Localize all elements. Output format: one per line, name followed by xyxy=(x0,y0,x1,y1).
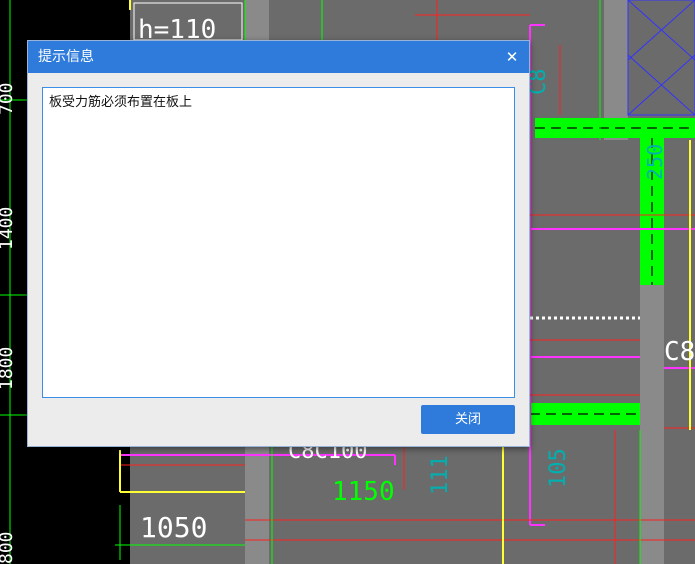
dialog-title: 提示信息 xyxy=(38,49,94,65)
message-text: 板受力筋必须布置在板上 xyxy=(49,95,193,110)
label-1150: 1150 xyxy=(332,477,395,507)
message-dialog: 提示信息 ✕ 板受力筋必须布置在板上 关闭 xyxy=(27,40,530,447)
wall-vertical-3 xyxy=(640,285,664,564)
label-c8-right: C8 xyxy=(664,337,695,367)
label-250: 250 xyxy=(643,144,667,180)
close-icon[interactable]: ✕ xyxy=(501,45,523,69)
left-dim-700: 700 xyxy=(0,82,17,115)
hatched-column xyxy=(627,0,695,116)
left-dim-800: 800 xyxy=(0,531,17,564)
dialog-titlebar[interactable]: 提示信息 ✕ xyxy=(28,41,529,73)
close-button[interactable]: 关闭 xyxy=(421,405,515,434)
message-box: 板受力筋必须布置在板上 xyxy=(42,87,515,398)
left-dim-1400: 1400 xyxy=(0,207,17,250)
label-111: 111 xyxy=(428,455,453,495)
label-1050: 1050 xyxy=(140,511,207,544)
label-105: 105 xyxy=(546,448,571,488)
left-dim-1800: 1800 xyxy=(0,347,17,390)
